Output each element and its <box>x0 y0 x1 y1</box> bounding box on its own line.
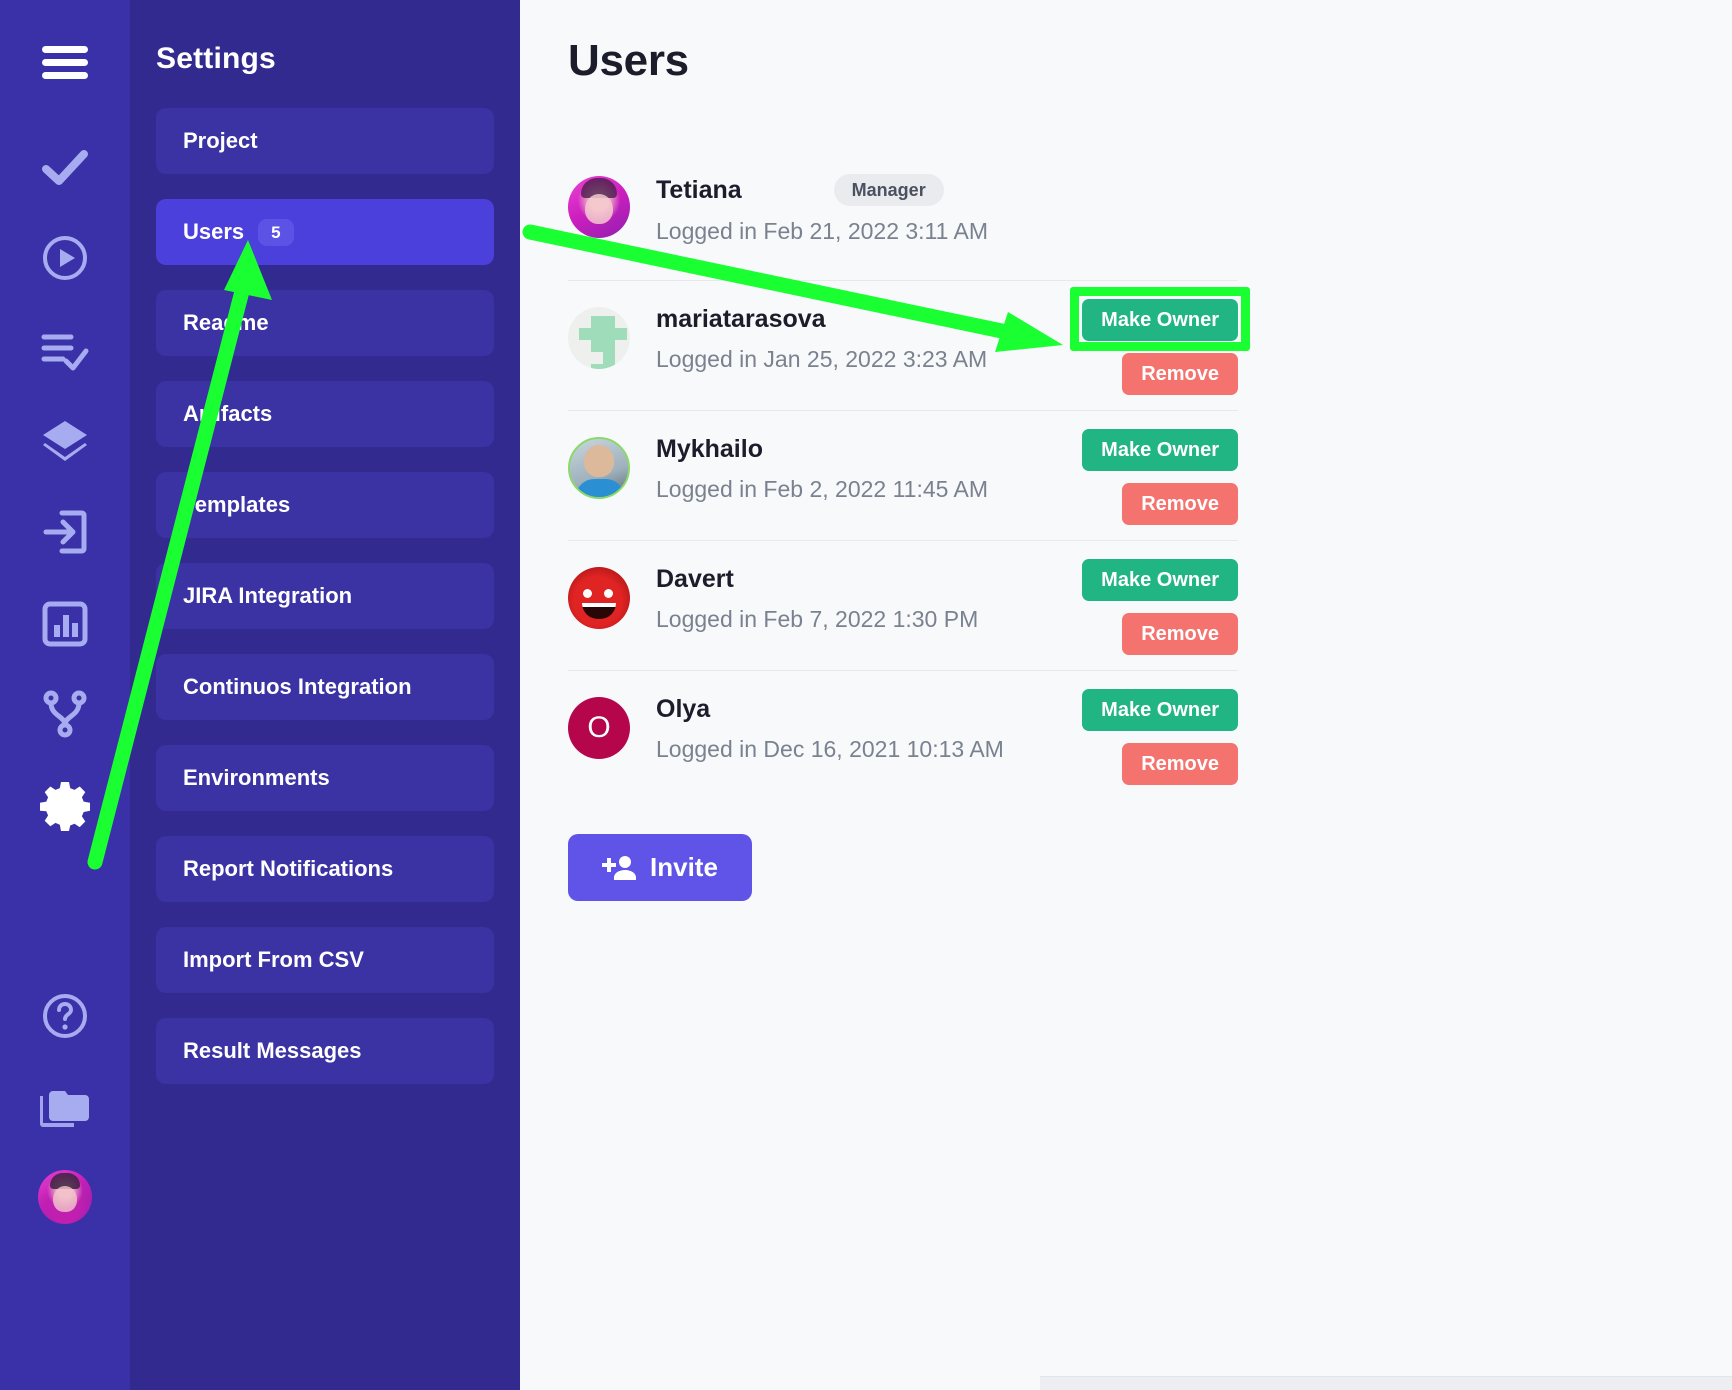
sidebar-item-label: Users <box>183 219 245 244</box>
sidebar-item-label: Project <box>183 128 258 153</box>
status-badge: Manager <box>833 174 944 206</box>
sidebar-item-label: Environments <box>183 765 330 790</box>
avatar <box>568 567 630 629</box>
sidebar-item-label: Import From CSV <box>183 947 364 972</box>
identicon-cell <box>603 328 615 340</box>
row-actions: Make Owner Remove <box>1082 429 1238 525</box>
user-list: Tetiana Manager Logged in Feb 21, 2022 3:1… <box>568 150 1250 800</box>
row-actions: Make Owner Remove <box>1082 689 1238 785</box>
hamburger-menu-icon[interactable] <box>0 38 130 88</box>
settings-panel: Settings Project Users 5 Readme Artifacts Tem… <box>130 0 520 1390</box>
user-name: mariatarasova <box>656 305 826 333</box>
settings-menu: Project Users 5 Readme Artifacts Templates JIR… <box>130 108 520 1084</box>
user-meta: Tetiana Manager Logged in Feb 21, 2022 3:1… <box>656 172 1238 245</box>
row-actions: Make Owner Remove <box>1082 559 1238 655</box>
identicon-cell <box>615 328 627 340</box>
user-name-line: Tetiana Manager <box>656 174 1238 206</box>
sidebar-item-label: Report Notifications <box>183 856 394 881</box>
make-owner-button[interactable]: Make Owner <box>1082 559 1238 601</box>
identicon-cell <box>603 340 615 352</box>
help-circle-icon[interactable] <box>0 990 130 1042</box>
make-owner-button[interactable]: Make Owner <box>1082 689 1238 731</box>
user-row: Mykhailo Logged in Feb 2, 2022 11:45 AM Ma… <box>568 410 1238 540</box>
sidebar-item-report-notifications[interactable]: Report Notifications <box>156 836 494 902</box>
sidebar-item-artifacts[interactable]: Artifacts <box>156 381 494 447</box>
user-row: mariatarasova Logged in Jan 25, 2022 3:23… <box>568 280 1250 410</box>
avatar[interactable] <box>38 1170 92 1224</box>
invite-button-label: Invite <box>650 852 718 882</box>
person-add-icon <box>602 855 636 881</box>
git-branch-icon[interactable] <box>0 688 130 740</box>
user-name: Mykhailo <box>656 435 763 463</box>
page-title: Users <box>568 36 689 85</box>
identicon-cell <box>579 328 591 340</box>
avatar <box>568 307 630 369</box>
eye <box>583 589 592 598</box>
mouth <box>582 603 616 619</box>
identicon-cell <box>603 364 615 369</box>
app-root: Settings Project Users 5 Readme Artifacts Tem… <box>0 0 1732 1390</box>
sidebar-item-jira-integration[interactable]: JIRA Integration <box>156 563 494 629</box>
sidebar-item-result-messages[interactable]: Result Messages <box>156 1018 494 1084</box>
user-name: Olya <box>656 695 711 723</box>
sidebar-item-label: JIRA Integration <box>183 583 353 608</box>
identicon-cell <box>591 340 603 352</box>
layers-icon[interactable] <box>0 415 130 467</box>
remove-button[interactable]: Remove <box>1122 613 1238 655</box>
identicon-cell <box>591 316 603 328</box>
sidebar-item-label: Artifacts <box>183 401 273 426</box>
horizontal-scrollbar[interactable] <box>1040 1376 1732 1390</box>
icon-rail <box>0 0 130 1390</box>
user-name: Tetiana <box>656 175 742 204</box>
user-name: Davert <box>656 565 734 593</box>
sidebar-item-import-from-csv[interactable]: Import From CSV <box>156 927 494 993</box>
sidebar-item-label: Continuos Integration <box>183 674 412 699</box>
bar-chart-icon[interactable] <box>0 598 130 650</box>
remove-button[interactable]: Remove <box>1122 483 1238 525</box>
identicon-cell <box>603 316 615 328</box>
check-icon[interactable] <box>0 142 130 194</box>
row-actions: Make Owner Remove <box>1082 299 1238 395</box>
sidebar-item-readme[interactable]: Readme <box>156 290 494 356</box>
user-row: O Olya Logged in Dec 16, 2021 10:13 AM Make… <box>568 670 1238 800</box>
sidebar-item-templates[interactable]: Templates <box>156 472 494 538</box>
sidebar-item-badge: 5 <box>258 218 294 246</box>
settings-title: Settings <box>156 42 276 75</box>
avatar <box>568 176 630 238</box>
sidebar-item-continuos-integration[interactable]: Continuos Integration <box>156 654 494 720</box>
user-row: Tetiana Manager Logged in Feb 21, 2022 3:1… <box>568 150 1238 280</box>
user-last-login: Logged in Feb 21, 2022 3:11 AM <box>656 218 989 244</box>
avatar <box>568 437 630 499</box>
remove-button[interactable]: Remove <box>1122 353 1238 395</box>
sidebar-item-users[interactable]: Users 5 <box>156 199 494 265</box>
sidebar-item-label: Result Messages <box>183 1038 362 1063</box>
avatar: O <box>568 697 630 759</box>
identicon-cell <box>591 328 603 340</box>
identicon-cell <box>615 364 627 369</box>
make-owner-button[interactable]: Make Owner <box>1082 299 1238 341</box>
identicon-cell <box>591 364 603 369</box>
make-owner-button[interactable]: Make Owner <box>1082 429 1238 471</box>
play-circle-icon[interactable] <box>0 232 130 284</box>
identicon-cell <box>603 352 615 364</box>
sidebar-item-label: Readme <box>183 310 269 335</box>
main-content: Users Tetiana Manager Logged in Feb 21, 20… <box>520 0 1732 1390</box>
folder-icon[interactable] <box>0 1082 130 1134</box>
remove-button[interactable]: Remove <box>1122 743 1238 785</box>
sidebar-item-environments[interactable]: Environments <box>156 745 494 811</box>
gear-icon[interactable] <box>0 780 130 832</box>
invite-button[interactable]: Invite <box>568 834 752 901</box>
login-box-icon[interactable] <box>0 506 130 558</box>
user-row: Davert Logged in Feb 7, 2022 1:30 PM Make … <box>568 540 1238 670</box>
eye <box>604 589 613 598</box>
sidebar-item-label: Templates <box>183 492 291 517</box>
list-check-icon[interactable] <box>0 325 130 377</box>
sidebar-item-project[interactable]: Project <box>156 108 494 174</box>
